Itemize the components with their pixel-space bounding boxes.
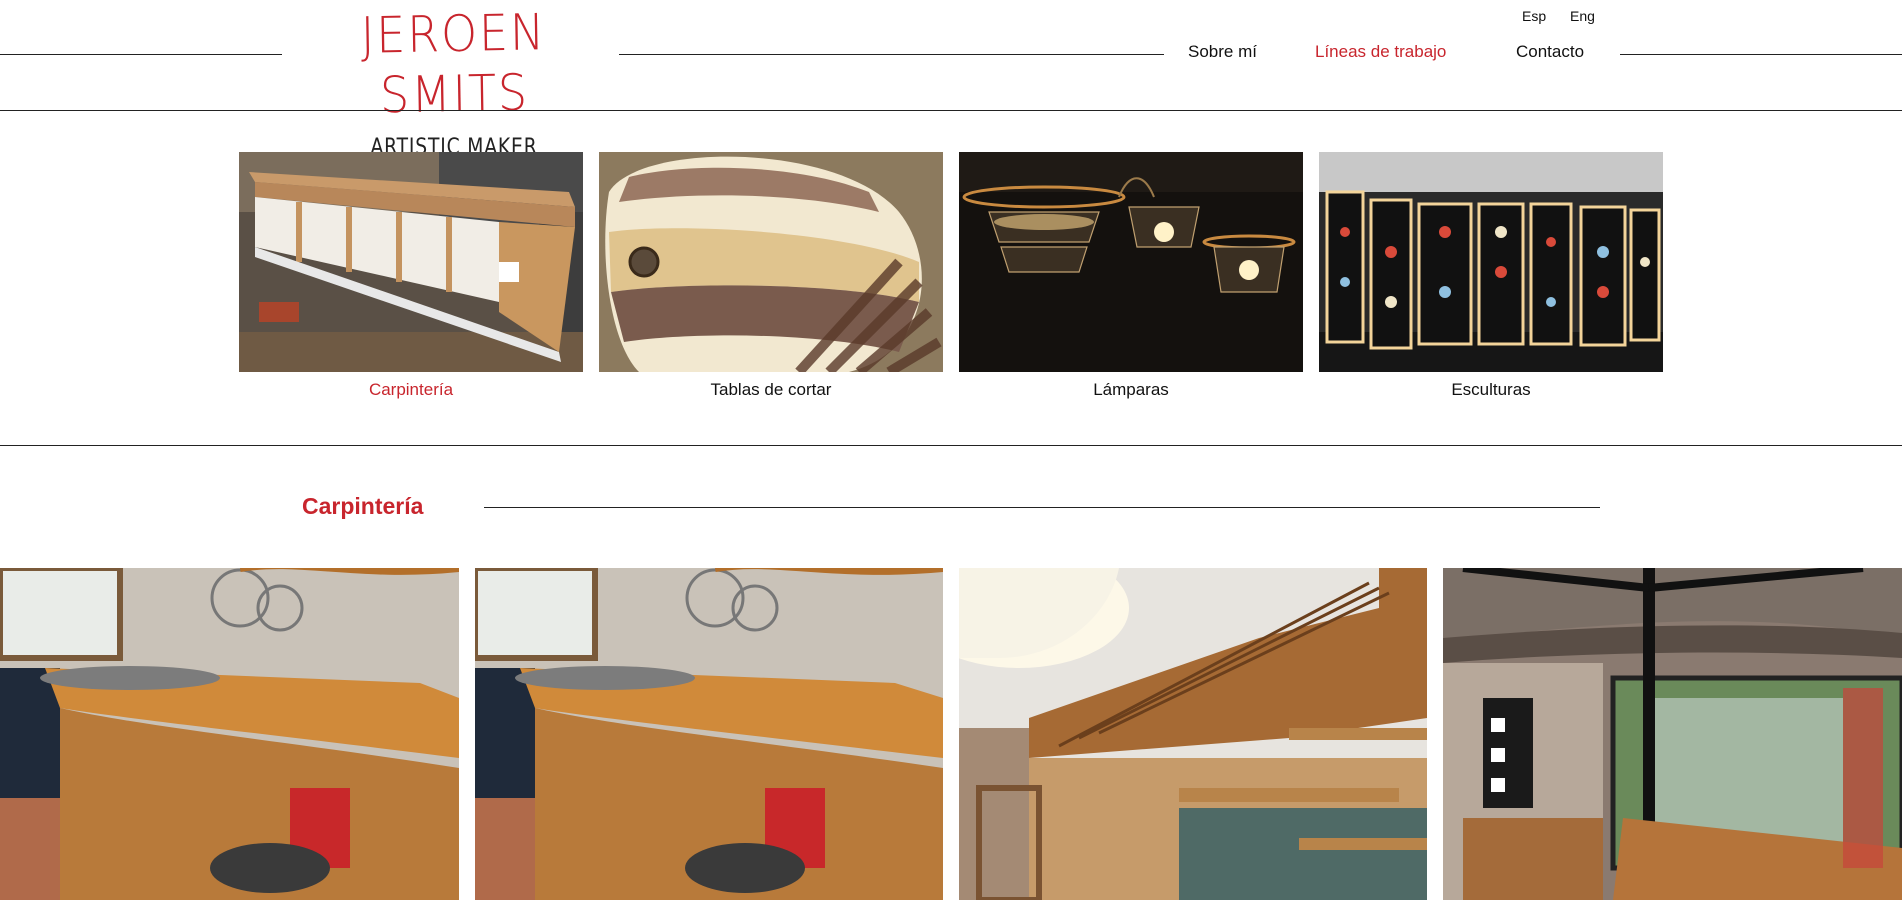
category-label-tablas-de-cortar: Tablas de cortar [710, 380, 832, 399]
category-grid: Carpintería Tablas de cortar Lámparas Es… [239, 152, 1664, 402]
category-image-tablas-de-cortar [599, 152, 943, 372]
site-logo[interactable]: JEROEN SMITS ARTISTIC MAKER [298, 3, 610, 160]
header-line-right [1620, 54, 1902, 55]
section-title: Carpintería [302, 493, 424, 519]
category-label-esculturas: Esculturas [1451, 380, 1531, 399]
category-image-esculturas [1319, 152, 1663, 372]
category-esculturas[interactable]: Esculturas [1319, 152, 1663, 401]
section-divider [0, 445, 1902, 446]
category-lamparas[interactable]: Lámparas [959, 152, 1303, 401]
gallery-image-kitchen-counter-1[interactable] [0, 568, 459, 900]
category-carpinteria[interactable]: Carpintería [239, 152, 583, 401]
nav-item-sobre-mi[interactable]: Sobre mí [1188, 42, 1257, 62]
section-title-line [484, 507, 1600, 508]
logo-title: JEROEN SMITS [360, 3, 547, 125]
category-tablas-de-cortar[interactable]: Tablas de cortar [599, 152, 943, 401]
nav-item-lineas-de-trabajo[interactable]: Líneas de trabajo [1315, 42, 1446, 62]
gallery-image-wood-slat-interior[interactable] [959, 568, 1427, 900]
category-label-lamparas: Lámparas [1093, 380, 1169, 399]
category-label-carpinteria: Carpintería [368, 380, 454, 399]
language-eng-link[interactable]: Eng [1570, 8, 1595, 24]
language-esp-link[interactable]: Esp [1522, 8, 1546, 24]
nav-item-contacto[interactable]: Contacto [1516, 42, 1584, 62]
category-image-lamparas [959, 152, 1303, 372]
gallery-image-outdoor-terrace[interactable] [1443, 568, 1902, 900]
category-image-carpinteria [239, 152, 583, 372]
project-gallery [0, 568, 1902, 900]
header-line-middle [619, 54, 1164, 55]
header-line-left [0, 54, 282, 55]
gallery-image-kitchen-counter-2[interactable] [475, 568, 943, 900]
header-divider [0, 110, 1902, 111]
site-header: JEROEN SMITS ARTISTIC MAKER Esp Eng Sobr… [0, 0, 1902, 160]
